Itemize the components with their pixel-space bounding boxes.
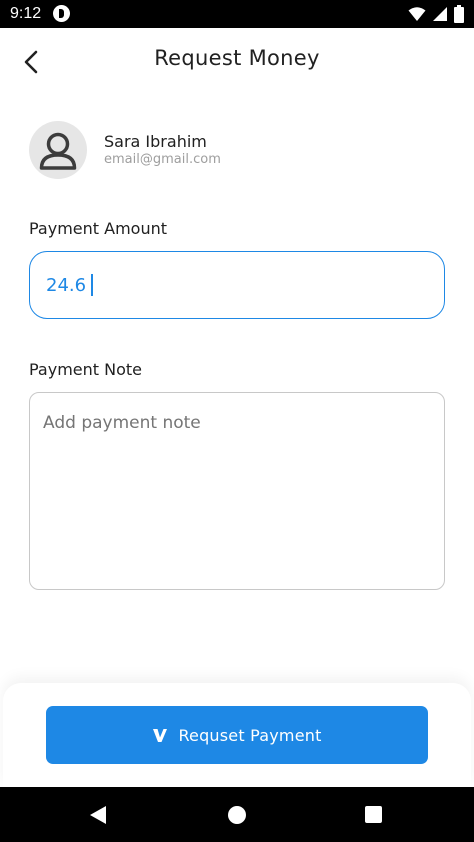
contact-card: Sara Ibrahim email@gmail.com — [29, 121, 449, 179]
status-time: 9:12 — [10, 5, 42, 22]
nav-recents-icon[interactable] — [365, 806, 382, 823]
payment-note-input[interactable]: Add payment note — [29, 392, 445, 590]
status-icons — [408, 4, 464, 24]
payment-note-placeholder: Add payment note — [43, 413, 201, 433]
nav-home-icon[interactable] — [228, 806, 246, 824]
payment-amount-input[interactable]: 24.6 — [29, 251, 445, 319]
text-caret — [91, 274, 93, 296]
battery-icon — [454, 5, 464, 23]
contact-name: Sara Ibrahim — [104, 132, 207, 151]
avatar — [29, 121, 87, 179]
wifi-icon — [408, 7, 426, 21]
payment-amount-value: 24.6 — [46, 274, 87, 296]
payment-amount-label: Payment Amount — [29, 219, 168, 238]
person-icon — [39, 132, 77, 170]
app-bar: Request Money — [0, 28, 474, 92]
status-bar: 9:12 — [0, 0, 474, 28]
nav-back-icon[interactable] — [88, 804, 108, 826]
system-nav-bar — [0, 787, 474, 842]
page-title: Request Money — [154, 46, 320, 70]
contact-email: email@gmail.com — [104, 152, 221, 167]
cell-signal-icon — [433, 7, 447, 21]
request-payment-button[interactable]: Requset Payment — [46, 706, 428, 764]
payment-note-label: Payment Note — [29, 360, 143, 379]
request-payment-label: Requset Payment — [178, 725, 322, 745]
app-notification-icon — [53, 5, 70, 22]
venmo-v-icon — [153, 729, 168, 742]
